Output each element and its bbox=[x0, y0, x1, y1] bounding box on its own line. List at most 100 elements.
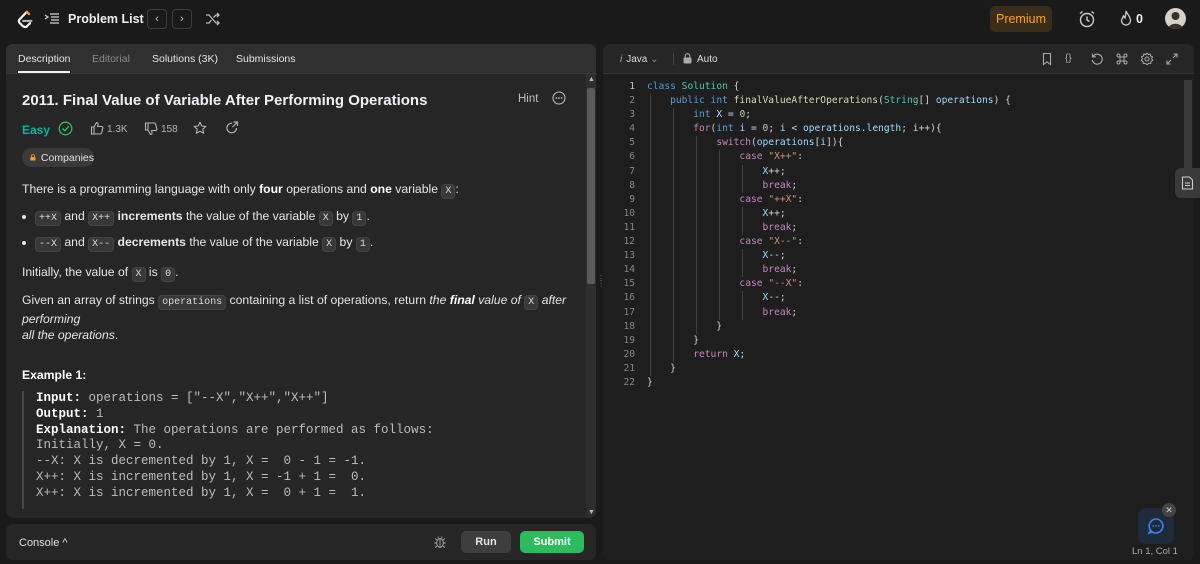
share-icon[interactable] bbox=[225, 121, 239, 135]
text: : bbox=[455, 182, 459, 196]
line-number: 17 bbox=[623, 306, 635, 318]
reset-icon[interactable] bbox=[1090, 52, 1104, 66]
problem-list-icon[interactable] bbox=[44, 12, 60, 26]
auto-mode-label[interactable]: Auto bbox=[697, 54, 718, 65]
inline-code: 0 bbox=[161, 267, 176, 282]
language-select[interactable]: i Java ⌄ bbox=[620, 54, 659, 65]
bold-text: decrements bbox=[117, 235, 186, 249]
language-label: Java bbox=[626, 54, 648, 65]
scroll-thumb[interactable] bbox=[587, 88, 595, 284]
thumbs-down-icon[interactable] bbox=[144, 122, 158, 136]
editor-toolbar: i Java ⌄ Auto {} bbox=[603, 44, 1194, 74]
code-editor[interactable]: 1 class Solution { 2 public int finalValu… bbox=[603, 80, 1163, 390]
inline-code: X++ bbox=[88, 211, 115, 226]
expand-icon[interactable] bbox=[1165, 52, 1179, 66]
scroll-up-icon[interactable]: ▲ bbox=[588, 76, 595, 83]
text: containing a list of operations, return bbox=[226, 293, 430, 307]
console-toggle[interactable]: Console ^ bbox=[19, 537, 68, 549]
bookmark-icon[interactable] bbox=[1040, 52, 1054, 66]
bold-text: increments bbox=[117, 209, 183, 223]
debug-bug-icon[interactable] bbox=[433, 535, 447, 549]
more-options-icon[interactable] bbox=[552, 91, 566, 105]
inline-code: X bbox=[441, 184, 456, 199]
run-button[interactable]: Run bbox=[461, 531, 511, 553]
text: . bbox=[366, 209, 370, 223]
editor-scroll-thumb[interactable] bbox=[1184, 80, 1192, 178]
inline-code: X bbox=[131, 267, 146, 282]
dislikes-count: 158 bbox=[161, 124, 178, 135]
premium-button[interactable]: Premium bbox=[990, 6, 1052, 32]
italic-text: the bbox=[429, 293, 450, 307]
prev-problem-button[interactable]: ‹ bbox=[147, 9, 167, 29]
text: and bbox=[61, 209, 89, 223]
code-line: 15 case "--X": bbox=[603, 277, 1163, 292]
line-number: 18 bbox=[623, 320, 635, 332]
solved-check-icon bbox=[58, 121, 73, 136]
notes-side-tab[interactable] bbox=[1175, 168, 1200, 198]
hint-button[interactable]: Hint bbox=[518, 93, 538, 105]
bold-text: one bbox=[370, 182, 392, 196]
streak-fire-icon[interactable] bbox=[1118, 10, 1134, 28]
problem-intro: There is a programming language with onl… bbox=[22, 181, 459, 200]
scroll-down-icon[interactable]: ▼ bbox=[588, 509, 595, 516]
code-line: 7 X++; bbox=[603, 164, 1163, 179]
format-braces-icon[interactable]: {} bbox=[1065, 53, 1072, 64]
line-number: 5 bbox=[629, 137, 635, 149]
code-line: 11 break; bbox=[603, 220, 1163, 236]
thumbs-up-icon[interactable] bbox=[90, 121, 104, 135]
example-explanation: Explanation: The operations are performe… bbox=[36, 423, 582, 439]
text: . bbox=[369, 235, 374, 249]
problem-list-link[interactable]: Problem List bbox=[68, 12, 144, 26]
line-number: 4 bbox=[629, 123, 635, 135]
value: The operations are performed as follows: bbox=[126, 422, 434, 437]
user-avatar[interactable] bbox=[1165, 8, 1186, 29]
line-number: 14 bbox=[623, 264, 635, 276]
text: the value of the variable bbox=[182, 209, 319, 223]
line-number: 19 bbox=[623, 334, 635, 346]
next-problem-button[interactable]: › bbox=[172, 9, 192, 29]
code-line: 12 case "X--": bbox=[603, 235, 1163, 250]
inline-code: operations bbox=[158, 295, 227, 310]
line-number: 3 bbox=[629, 109, 635, 121]
example-line: --X: X is decremented by 1, X = 0 - 1 = … bbox=[36, 454, 367, 469]
code-line: 16 X--; bbox=[603, 291, 1163, 306]
text: operations and bbox=[282, 182, 371, 196]
example-line: X++: X is incremented by 1, X = -1 + 1 =… bbox=[36, 469, 367, 484]
code-line: 2 public int finalValueAfterOperations(S… bbox=[603, 94, 1163, 109]
settings-gear-icon[interactable] bbox=[1140, 52, 1154, 66]
active-tab-indicator bbox=[18, 71, 70, 73]
avatar-person-icon bbox=[1168, 12, 1183, 29]
editor-scrollbar[interactable] bbox=[1183, 80, 1193, 560]
inline-code: X bbox=[524, 295, 539, 310]
line-number: 16 bbox=[623, 292, 635, 304]
example-line: X++: X is incremented by 1, X = 0 + 1 = … bbox=[36, 485, 367, 500]
submit-button[interactable]: Submit bbox=[520, 531, 584, 553]
star-favorite-icon[interactable] bbox=[193, 121, 207, 135]
line-number: 9 bbox=[629, 193, 635, 205]
tab-description[interactable]: Description bbox=[18, 53, 71, 65]
command-icon[interactable] bbox=[1115, 52, 1129, 66]
example-block: Input: operations = ["--X","X++","X++"] … bbox=[22, 391, 582, 509]
bullet-increments: ++X and X++ increments the value of the … bbox=[22, 209, 370, 226]
tab-solutions[interactable]: Solutions (3K) bbox=[152, 53, 218, 65]
code-line: 19 } bbox=[603, 333, 1163, 348]
example-line: Initially, X = 0. bbox=[36, 438, 164, 453]
code-line: 8 break; bbox=[603, 178, 1163, 193]
line-number: 12 bbox=[623, 236, 635, 248]
shuffle-icon[interactable] bbox=[205, 12, 221, 26]
chevron-down-icon: ⌄ bbox=[650, 54, 659, 65]
bold-text: four bbox=[259, 182, 283, 196]
code-line: 21 } bbox=[603, 361, 1163, 376]
description-scrollbar[interactable]: ▲ ▼ bbox=[586, 74, 596, 518]
top-bar: Problem List ‹ › Premium 0 bbox=[0, 0, 1200, 38]
tab-submissions[interactable]: Submissions bbox=[236, 53, 296, 65]
close-chat-icon[interactable]: ✕ bbox=[1162, 503, 1176, 517]
text: variable bbox=[391, 182, 442, 196]
panel-resize-handle[interactable]: ⋮ ⋮ bbox=[597, 275, 605, 292]
leetcode-logo-icon[interactable] bbox=[14, 9, 36, 31]
companies-tag[interactable]: Companies bbox=[22, 148, 94, 167]
tab-editorial[interactable]: Editorial bbox=[92, 53, 130, 65]
line-number: 13 bbox=[623, 250, 635, 262]
label: Explanation: bbox=[36, 422, 127, 437]
alarm-clock-icon[interactable] bbox=[1077, 9, 1097, 29]
